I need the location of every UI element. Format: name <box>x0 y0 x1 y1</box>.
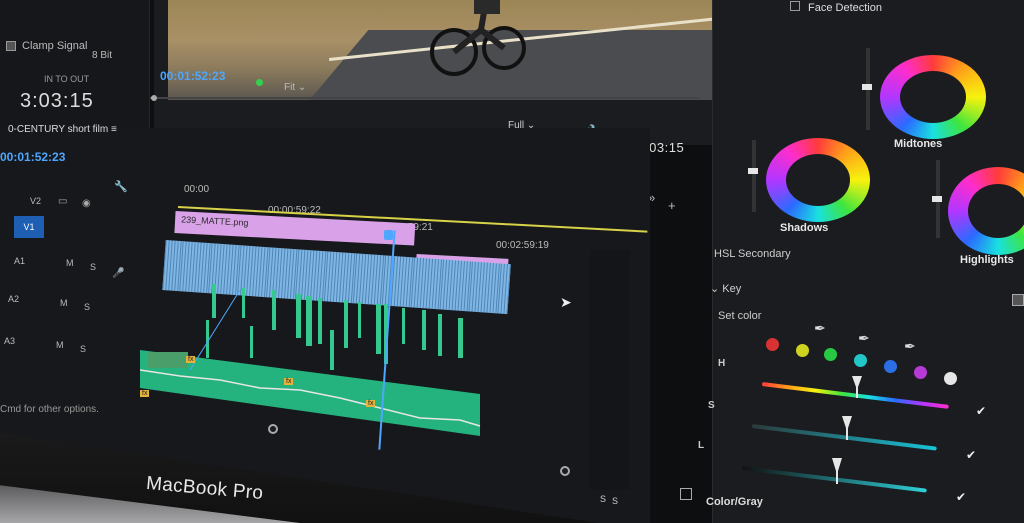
midtones-slider-handle[interactable] <box>862 84 872 90</box>
midtones-label: Midtones <box>894 138 943 150</box>
color-swatch-6[interactable] <box>944 372 957 385</box>
face-detection-checkbox[interactable] <box>790 1 800 11</box>
status-hint: Cmd for other options. <box>0 404 99 415</box>
shadows-wheel[interactable] <box>766 138 870 222</box>
fit-label: Fit <box>284 82 296 93</box>
key-checkbox[interactable] <box>1012 294 1024 306</box>
eye-icon[interactable]: ◉ <box>82 198 91 209</box>
face-detection-label: Face Detection <box>808 2 882 14</box>
track-a1-label[interactable]: A1 <box>14 256 25 266</box>
in-to-out-value: 3:03:15 <box>20 90 94 112</box>
meter-solo-2[interactable]: S <box>612 496 618 506</box>
sequence-name: 0-CENTURY short film <box>8 124 109 135</box>
sync-lock-icon[interactable]: ▭ <box>58 196 67 207</box>
color-swatch-3[interactable] <box>854 354 867 367</box>
menu-icon[interactable]: ≡ <box>111 124 117 135</box>
wrench-icon[interactable]: 🔧 <box>114 180 128 193</box>
zoom-knob-bottom[interactable] <box>560 466 570 476</box>
color-gray-label: Color/Gray <box>706 496 763 508</box>
eyedropper-icon[interactable]: ✒ <box>814 320 826 337</box>
set-color-label: Set color <box>718 310 762 322</box>
timeline-current-timecode[interactable]: 00:01:52:23 <box>0 150 65 164</box>
h-enabled-check-icon[interactable]: ✔ <box>976 404 986 418</box>
fx-badge-3[interactable]: fx <box>366 400 376 407</box>
in-to-out-label: IN TO OUT <box>44 74 90 84</box>
program-current-timecode[interactable]: 00:01:52:23 <box>160 69 225 83</box>
shadows-slider[interactable] <box>752 140 756 212</box>
shadows-slider-handle[interactable] <box>748 168 758 174</box>
audio-waveforms <box>140 284 481 436</box>
key-section-toggle[interactable]: ⌄ Key <box>710 282 741 295</box>
clamp-signal-label: Clamp Signal <box>22 40 88 52</box>
solo-a2-button[interactable]: S <box>84 302 90 312</box>
hsl-l-label: L <box>698 440 705 451</box>
cyclist-figure <box>430 0 526 76</box>
hsl-h-label: H <box>718 358 726 369</box>
solo-a1-button[interactable]: S <box>90 262 96 272</box>
fx-badge-2[interactable]: fx <box>284 378 294 385</box>
eyedropper-subtract-icon[interactable]: ✒ <box>904 338 916 355</box>
color-swatch-5[interactable] <box>914 366 927 379</box>
color-swatch-0[interactable] <box>766 338 779 351</box>
zoom-fit-dropdown[interactable]: Fit ⌄ <box>284 82 306 93</box>
timeline-playhead-handle[interactable] <box>384 230 393 240</box>
clamp-signal-checkbox[interactable] <box>6 41 16 51</box>
clamp-signal-toggle[interactable]: Clamp Signal <box>6 40 87 52</box>
status-dot <box>256 79 263 86</box>
sequence-tab[interactable]: 0-CENTURY short film ≡ <box>8 124 117 135</box>
fx-badge-4[interactable]: fx <box>140 390 150 397</box>
track-v1-label[interactable]: V1 <box>14 216 44 238</box>
color-swatch-2[interactable] <box>824 348 837 361</box>
add-button-icon[interactable]: + <box>668 198 676 213</box>
solo-a3-button[interactable]: S <box>80 344 86 354</box>
shadows-label: Shadows <box>780 222 829 234</box>
eyedropper-add-icon[interactable]: ✒ <box>858 330 870 347</box>
track-a2-label[interactable]: A2 <box>8 294 19 304</box>
track-a3-label[interactable]: A3 <box>4 336 15 346</box>
mic-icon[interactable]: 🎤 <box>112 268 124 279</box>
ruler-tick-3: 00:02:59:19 <box>496 240 549 251</box>
chevron-down-icon: ⌄ <box>710 283 723 295</box>
video-frame <box>168 0 714 100</box>
meter-solo-1[interactable]: S <box>600 494 606 504</box>
hsl-s-label: S <box>708 400 715 411</box>
key-label: Key <box>722 283 742 295</box>
highlights-slider-handle[interactable] <box>932 196 942 202</box>
l-enabled-check-icon[interactable]: ✔ <box>956 490 966 504</box>
mute-a1-button[interactable]: M <box>66 258 74 268</box>
hsl-secondary-header[interactable]: HSL Secondary <box>714 248 791 260</box>
color-gray-checkbox[interactable] <box>680 488 692 500</box>
clip-1-name: 239_MATTE.png <box>180 214 249 228</box>
audio-meter <box>590 250 630 490</box>
mute-a2-button[interactable]: M <box>60 298 68 308</box>
midtones-wheel[interactable] <box>880 55 986 139</box>
program-scrub-bar[interactable] <box>150 95 700 101</box>
track-v2-label[interactable]: V2 <box>30 196 41 206</box>
ruler-tick-0: 00:00 <box>184 184 210 195</box>
color-swatch-1[interactable] <box>796 344 809 357</box>
fx-badge-1[interactable]: fx <box>186 356 196 363</box>
s-enabled-check-icon[interactable]: ✔ <box>966 448 976 462</box>
h-scroll-knob[interactable] <box>268 424 278 434</box>
bit-depth-dropdown[interactable]: 8 Bit <box>92 50 112 61</box>
cursor-icon: ➤ <box>560 294 572 310</box>
color-swatch-4[interactable] <box>884 360 897 373</box>
mute-a3-button[interactable]: M <box>56 340 64 350</box>
highlights-label: Highlights <box>960 254 1014 266</box>
